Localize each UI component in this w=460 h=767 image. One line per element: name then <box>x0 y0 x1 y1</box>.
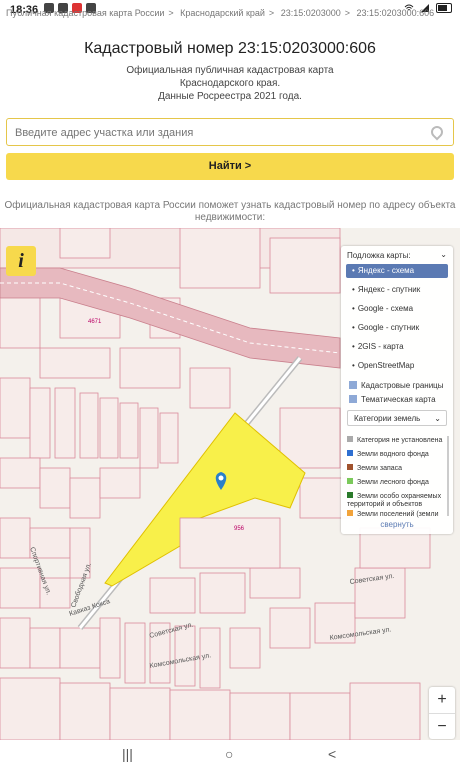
info-text-line: Официальная кадастровая карта России пом… <box>4 200 456 211</box>
parcel-number-main: 956 <box>234 526 245 532</box>
basemap-option-google-satellite[interactable]: Google - спутник <box>346 321 448 335</box>
back-icon[interactable]: < <box>328 746 336 762</box>
address-search-input[interactable] <box>7 119 437 147</box>
find-button[interactable]: Найти > <box>6 153 454 180</box>
breadcrumb-item[interactable]: Краснодарский край <box>180 8 265 18</box>
breadcrumb-item[interactable]: 23:15:0203000 <box>281 8 341 18</box>
battery-icon <box>436 3 452 13</box>
parcel-number-neighbor: 4671 <box>88 319 102 325</box>
legend-label: Земли запаса <box>357 465 403 472</box>
subtitle-line: Данные Росреестра 2021 года. <box>158 91 302 102</box>
cadastral-map[interactable]: 956 4671 Кавказ Кокса Советская ул. Сове… <box>0 228 460 740</box>
home-icon[interactable]: ○ <box>225 746 233 762</box>
breadcrumb-item[interactable]: Публичная кадастровая карта России <box>6 8 164 18</box>
page-subtitle: Официальная публичная кадастровая карта … <box>0 64 460 103</box>
chevron-down-icon[interactable]: ⌄ <box>440 250 447 259</box>
recent-apps-icon[interactable]: ||| <box>122 746 133 762</box>
subtitle-line: Краснодарского края. <box>179 78 281 89</box>
legend-label: Земли поселений (земли <box>357 511 439 518</box>
legend-label: Земли лесного фонда <box>357 479 429 486</box>
select-value: Категории земель <box>354 414 421 423</box>
system-nav-bar: ||| ○ < <box>0 740 460 767</box>
legend-label: Земли водного фонда <box>357 451 429 458</box>
legend-swatch <box>347 492 353 498</box>
legend-swatch <box>347 450 353 456</box>
legend-swatch <box>347 464 353 470</box>
address-search-box <box>6 118 454 147</box>
legend-swatch <box>347 510 353 516</box>
info-text: Официальная кадастровая карта России пом… <box>0 200 460 224</box>
layers-panel-title: Подложка карты: <box>347 251 411 260</box>
legend-item: Земли лесного фонда <box>347 478 447 487</box>
checkbox-cadastral-borders[interactable]: Кадастровые границы <box>349 381 444 391</box>
land-category-select[interactable]: Категории земель ⌄ <box>347 410 447 426</box>
basemap-option-yandex-satellite[interactable]: Яндекс - спутник <box>346 283 448 297</box>
chevron-down-icon: ⌄ <box>434 414 441 423</box>
page-title: Кадастровый номер 23:15:0203000:606 <box>84 40 376 57</box>
collapse-link[interactable]: свернуть <box>341 520 453 529</box>
checkbox-thematic-map[interactable]: Тематическая карта <box>349 395 436 405</box>
basemap-option-2gis[interactable]: 2GIS - карта <box>346 340 448 354</box>
legend-swatch <box>347 436 353 442</box>
zoom-in-button[interactable]: + <box>429 687 455 714</box>
layers-panel: Подложка карты: ⌄ Яндекс - схема Яндекс … <box>341 246 453 534</box>
checkbox-label: Тематическая карта <box>361 395 436 404</box>
legend-item: Земли поселений (земли <box>347 510 447 519</box>
checkbox-icon[interactable] <box>349 395 357 403</box>
legend-swatch <box>347 478 353 484</box>
zoom-control: + − <box>429 687 455 739</box>
breadcrumb: Публичная кадастровая карта России > Крас… <box>6 8 435 18</box>
legend-item: Земли водного фонда <box>347 450 447 459</box>
zoom-out-button[interactable]: − <box>429 714 455 740</box>
checkbox-label: Кадастровые границы <box>361 381 444 390</box>
legend-item: Категория не установлена <box>347 436 447 445</box>
breadcrumb-current: 23:15:0203000:606 <box>356 8 435 18</box>
checkbox-icon[interactable] <box>349 381 357 389</box>
info-text-line: недвижимости: <box>194 212 266 223</box>
legend-label: Земли особо охраняемых территорий и объе… <box>347 493 442 508</box>
basemap-option-yandex-map[interactable]: Яндекс - схема <box>346 264 448 278</box>
basemap-option-google-map[interactable]: Google - схема <box>346 302 448 316</box>
basemap-option-osm[interactable]: OpenStreetMap <box>346 359 448 373</box>
legend-label: Категория не установлена <box>357 437 443 444</box>
legend-scrollbar[interactable] <box>447 436 449 516</box>
info-button[interactable]: i <box>6 246 36 276</box>
subtitle-line: Официальная публичная кадастровая карта <box>126 65 334 76</box>
legend-item: Земли особо охраняемых территорий и объе… <box>347 492 447 509</box>
legend-item: Земли запаса <box>347 464 447 473</box>
